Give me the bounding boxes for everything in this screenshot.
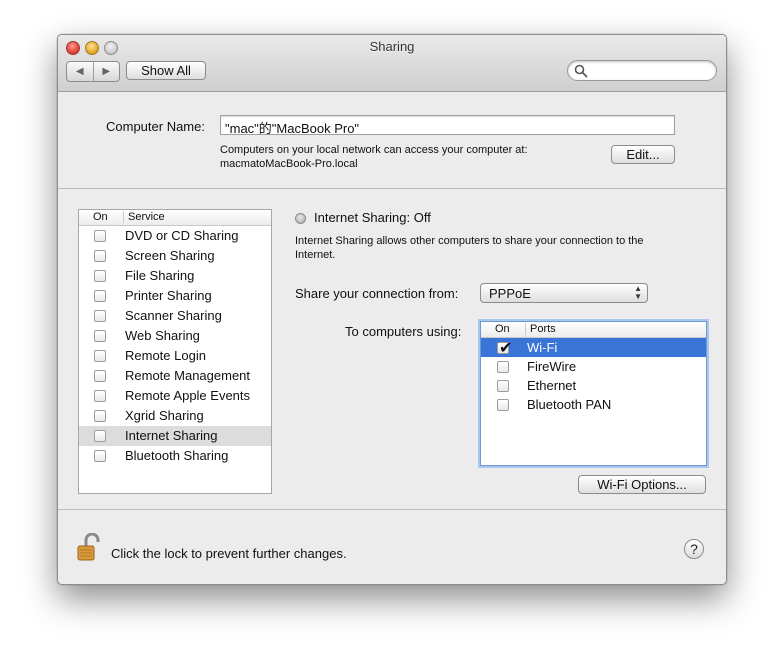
port-label: Ethernet (527, 378, 577, 393)
service-label: Scanner Sharing (125, 308, 222, 323)
service-label: Remote Apple Events (125, 388, 251, 403)
forward-arrow-icon: ▶ (102, 66, 111, 77)
search-icon (574, 64, 588, 78)
service-row[interactable]: Remote Management (79, 366, 271, 386)
status-indicator-icon (295, 213, 306, 224)
column-header-ports-on[interactable]: On (495, 323, 510, 335)
search-field[interactable] (567, 60, 717, 81)
share-from-value: PPPoE (489, 286, 531, 301)
computer-name-input[interactable]: "mac"的"MacBook Pro" (220, 115, 675, 136)
to-computers-label: To computers using: (345, 324, 462, 339)
help-button[interactable]: ? (684, 539, 704, 559)
computer-name-section: Computer Name: "mac"的"MacBook Pro" Compu… (58, 92, 726, 189)
column-header-ports[interactable]: Ports (525, 323, 556, 335)
service-label: Xgrid Sharing (125, 408, 204, 423)
lock-instruction: Click the lock to prevent further change… (111, 546, 347, 561)
network-access-description: Computers on your local network can acce… (220, 144, 528, 156)
column-header-on[interactable]: On (93, 211, 108, 223)
back-forward-control: ◀ ▶ (66, 61, 120, 82)
service-label: Remote Login (125, 348, 206, 363)
service-checkbox[interactable] (94, 250, 106, 262)
service-label: Remote Management (125, 368, 251, 383)
port-label: FireWire (527, 359, 577, 374)
computer-name-label: Computer Name: (106, 119, 205, 134)
service-checkbox[interactable] (94, 230, 106, 242)
service-row[interactable]: Bluetooth Sharing (79, 446, 271, 466)
service-checkbox[interactable] (94, 450, 106, 462)
service-label: Screen Sharing (125, 248, 215, 263)
ports-list[interactable]: On Ports ✔ Wi-Fi FireWire Ethernet Bluetooth… (480, 321, 707, 466)
port-row[interactable]: Bluetooth PAN (481, 395, 706, 414)
service-row[interactable]: Printer Sharing (79, 286, 271, 306)
show-all-button[interactable]: Show All (126, 61, 206, 80)
service-checkbox[interactable] (94, 310, 106, 322)
service-label: Web Sharing (125, 328, 200, 343)
sharing-window: Sharing ◀ ▶ Show All Computer Name: "mac… (57, 34, 727, 585)
service-checkbox[interactable] (94, 270, 106, 282)
unlocked-lock-icon[interactable] (76, 533, 104, 563)
checkmark-icon: ✔ (499, 340, 513, 357)
service-row[interactable]: Internet Sharing (79, 426, 271, 446)
port-checkbox[interactable] (497, 380, 509, 392)
service-label: Printer Sharing (125, 288, 212, 303)
service-row[interactable]: DVD or CD Sharing (79, 226, 271, 246)
service-row[interactable]: Web Sharing (79, 326, 271, 346)
service-checkbox[interactable] (94, 370, 106, 382)
port-row[interactable]: FireWire (481, 357, 706, 376)
share-from-label: Share your connection from: (295, 286, 459, 301)
service-row[interactable]: Remote Login (79, 346, 271, 366)
service-checkbox[interactable] (94, 410, 106, 422)
port-checkbox[interactable] (497, 399, 509, 411)
footer: Click the lock to prevent further change… (58, 509, 726, 584)
service-list-header: On Service (79, 210, 271, 226)
service-label: DVD or CD Sharing (125, 228, 239, 243)
local-hostname: macmatoMacBook-Pro.local (220, 158, 358, 170)
service-row[interactable]: Remote Apple Events (79, 386, 271, 406)
toolbar: Sharing ◀ ▶ Show All (58, 35, 726, 92)
port-checkbox[interactable] (497, 361, 509, 373)
service-checkbox[interactable] (94, 290, 106, 302)
back-arrow-icon: ◀ (75, 66, 84, 77)
share-from-popup[interactable]: PPPoE ▲ ▼ (480, 283, 648, 303)
service-checkbox[interactable] (94, 390, 106, 402)
popup-arrows-icon: ▲ ▼ (634, 284, 642, 301)
ports-list-header: On Ports (481, 322, 706, 338)
service-row[interactable]: File Sharing (79, 266, 271, 286)
port-row[interactable]: ✔ Wi-Fi (481, 338, 706, 357)
port-checkbox[interactable]: ✔ (497, 340, 512, 357)
service-label: Internet Sharing (125, 428, 218, 443)
column-header-service[interactable]: Service (123, 211, 165, 223)
wifi-options-button[interactable]: Wi-Fi Options... (578, 475, 706, 494)
service-checkbox[interactable] (94, 430, 106, 442)
forward-button[interactable]: ▶ (92, 62, 120, 81)
internet-sharing-description-line2: Internet. (295, 249, 336, 261)
edit-button[interactable]: Edit... (611, 145, 675, 164)
internet-sharing-status: Internet Sharing: Off (314, 210, 431, 225)
service-row[interactable]: Scanner Sharing (79, 306, 271, 326)
port-label: Wi-Fi (527, 340, 558, 355)
internet-sharing-description-line1: Internet Sharing allows other computers … (295, 235, 644, 247)
service-row[interactable]: Xgrid Sharing (79, 406, 271, 426)
service-label: File Sharing (125, 268, 195, 283)
port-row[interactable]: Ethernet (481, 376, 706, 395)
service-label: Bluetooth Sharing (125, 448, 229, 463)
window-title: Sharing (369, 39, 415, 54)
port-label: Bluetooth PAN (527, 397, 612, 412)
service-row[interactable]: Screen Sharing (79, 246, 271, 266)
service-checkbox[interactable] (94, 350, 106, 362)
back-button[interactable]: ◀ (67, 62, 93, 81)
service-list[interactable]: On Service DVD or CD Sharing Screen Shari… (78, 209, 272, 494)
service-checkbox[interactable] (94, 330, 106, 342)
